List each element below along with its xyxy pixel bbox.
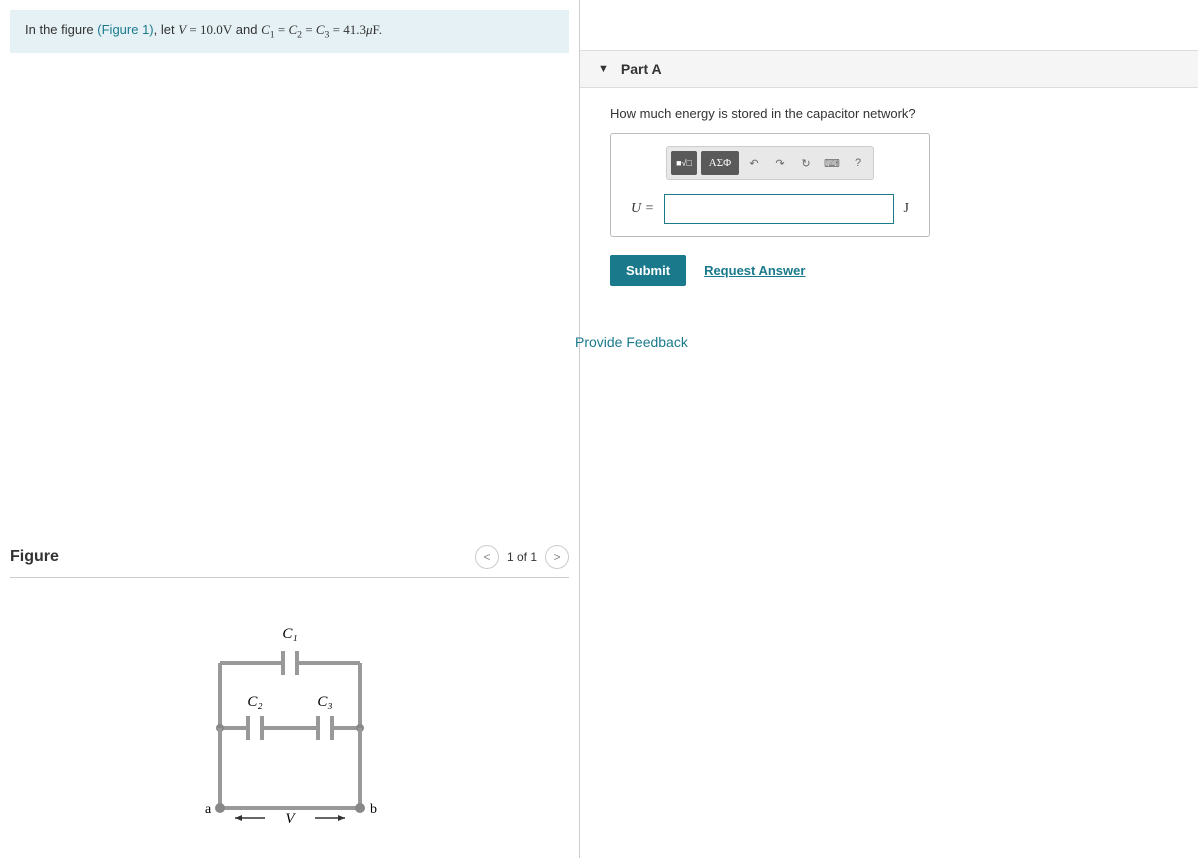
figure-next-button[interactable]: >: [545, 545, 569, 569]
figure-image: C₁ C₂ C₃: [10, 598, 569, 848]
node-a-label: a: [205, 802, 212, 817]
problem-text: , let: [154, 22, 179, 37]
provide-feedback-link[interactable]: Provide Feedback: [575, 304, 1198, 350]
problem-prefix: In the figure: [25, 22, 97, 37]
figure-nav-text: 1 of 1: [507, 550, 537, 564]
figure-reference-link[interactable]: (Figure 1): [97, 22, 153, 37]
part-title: Part A: [621, 61, 662, 77]
right-panel: ▼ Part A How much energy is stored in th…: [580, 0, 1198, 858]
figure-section: Figure < 1 of 1 > C₁: [0, 545, 579, 848]
left-panel: In the figure (Figure 1), let V = 10.0V …: [0, 0, 580, 858]
variable-label: U =: [631, 201, 654, 217]
keyboard-button[interactable]: ⌨: [821, 151, 843, 175]
c2-label: C₂: [247, 694, 262, 710]
submit-button[interactable]: Submit: [610, 255, 686, 286]
figure-header: Figure < 1 of 1 >: [10, 545, 569, 578]
eq1: =: [275, 22, 289, 37]
c1-var: C: [261, 22, 270, 37]
c1-label: C₁: [282, 626, 297, 642]
voltage-val: = 10.0V: [186, 22, 232, 37]
request-answer-link[interactable]: Request Answer: [704, 263, 805, 278]
c2-var: C: [288, 22, 297, 37]
greek-button[interactable]: ΑΣΦ: [701, 151, 739, 175]
redo-button[interactable]: ↷: [769, 151, 791, 175]
templates-button[interactable]: ■√□: [671, 151, 697, 175]
question-text: How much energy is stored in the capacit…: [580, 88, 1198, 133]
node-b-label: b: [370, 802, 377, 817]
unit-label: J: [904, 201, 909, 217]
equation-toolbar: ■√□ ΑΣΦ ↶ ↷ ↻ ⌨ ?: [666, 146, 874, 180]
unit-end: F.: [373, 22, 382, 37]
answer-box: ■√□ ΑΣΦ ↶ ↷ ↻ ⌨ ? U = J: [610, 133, 930, 237]
eq3: = 41.3: [329, 22, 366, 37]
c3-label: C₃: [317, 694, 332, 710]
undo-button[interactable]: ↶: [743, 151, 765, 175]
answer-input[interactable]: [664, 194, 893, 224]
input-row: U = J: [623, 194, 917, 224]
circuit-diagram: C₁ C₂ C₃: [190, 608, 390, 838]
part-header[interactable]: ▼ Part A: [580, 50, 1198, 88]
collapse-icon: ▼: [598, 63, 609, 75]
reset-button[interactable]: ↻: [795, 151, 817, 175]
eq2: =: [302, 22, 316, 37]
problem-and: and: [232, 22, 261, 37]
c3-var: C: [316, 22, 325, 37]
problem-statement: In the figure (Figure 1), let V = 10.0V …: [10, 10, 569, 53]
v-label: V: [285, 811, 296, 827]
figure-prev-button[interactable]: <: [475, 545, 499, 569]
submit-row: Submit Request Answer: [580, 237, 1198, 304]
figure-nav: < 1 of 1 >: [475, 545, 569, 569]
help-button[interactable]: ?: [847, 151, 869, 175]
figure-title: Figure: [10, 548, 59, 566]
voltage-var: V: [178, 22, 186, 37]
